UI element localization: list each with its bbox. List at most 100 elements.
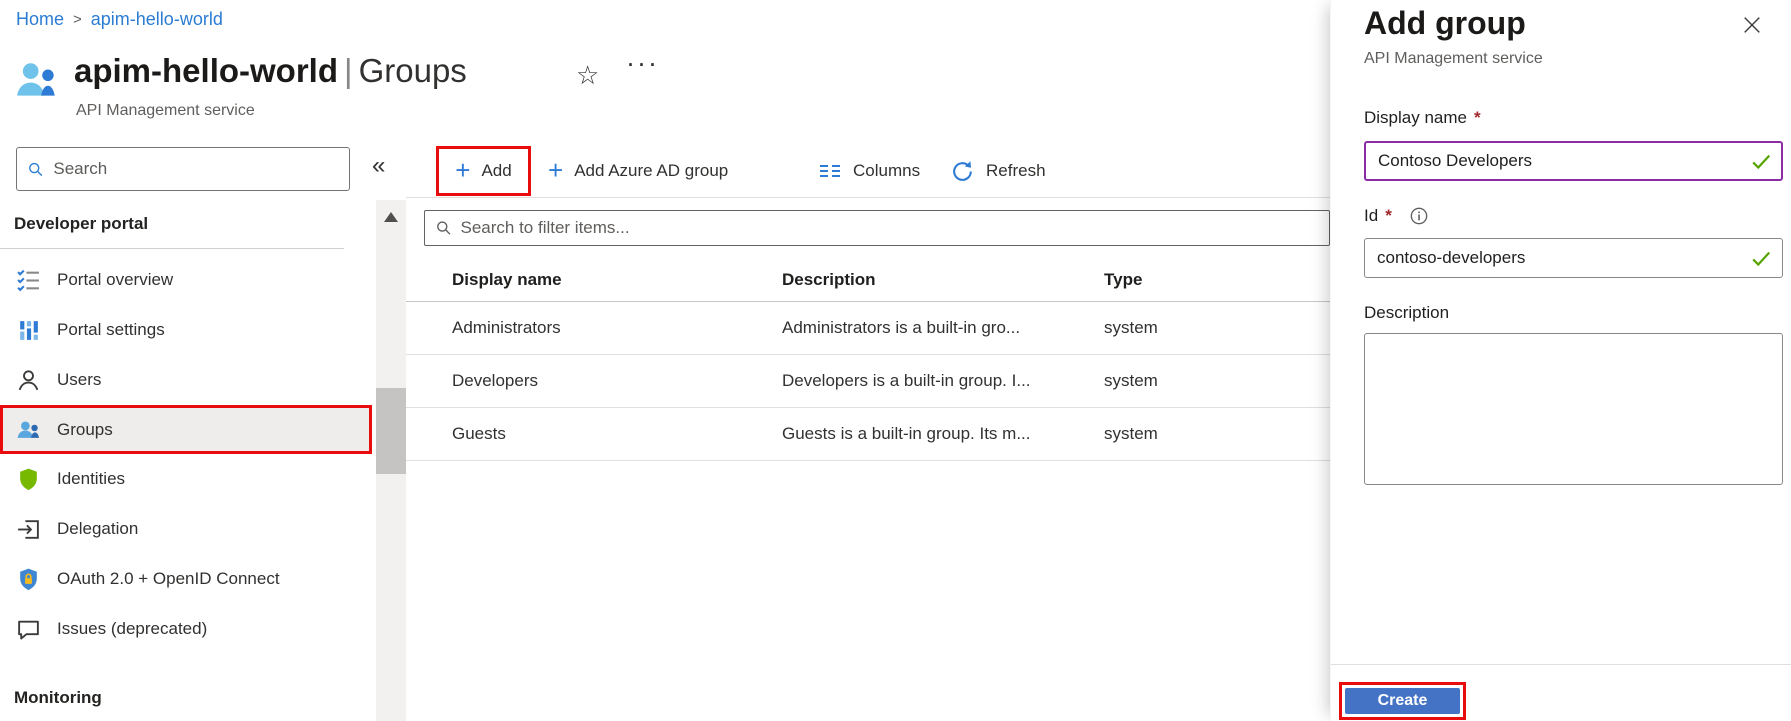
checklist-icon xyxy=(16,268,41,293)
column-header-description[interactable]: Description xyxy=(782,270,876,290)
valid-check-icon xyxy=(1750,151,1772,173)
refresh-icon xyxy=(950,159,975,184)
sidebar-section-monitoring: Monitoring xyxy=(14,688,102,708)
add-button[interactable]: + Add xyxy=(455,146,511,196)
refresh-button[interactable]: Refresh xyxy=(950,146,1046,196)
cell-description: Guests is a built-in group. Its m... xyxy=(782,424,1030,444)
sidebar-nav: Portal overview Portal settings Users Gr… xyxy=(0,255,372,654)
toolbar-divider xyxy=(406,197,1330,198)
collapse-menu-icon[interactable]: « xyxy=(372,154,385,178)
refresh-label: Refresh xyxy=(986,161,1046,181)
cell-type: system xyxy=(1104,424,1158,444)
cell-display-name: Administrators xyxy=(452,318,561,338)
breadcrumb-separator-icon: > xyxy=(73,11,82,28)
shield-icon xyxy=(16,467,41,492)
sidebar-item-identities[interactable]: Identities xyxy=(0,454,372,504)
cell-description: Administrators is a built-in gro... xyxy=(782,318,1020,338)
azure-portal-page: Home > apim-hello-world apim-hello-world… xyxy=(0,0,1791,721)
sidebar-item-label: OAuth 2.0 + OpenID Connect xyxy=(57,569,280,589)
table-row-guests[interactable]: Guests Guests is a built-in group. Its m… xyxy=(406,408,1330,461)
add-group-panel: Add group API Management service Display… xyxy=(1330,0,1791,721)
annotation-box-create: Create xyxy=(1339,682,1466,720)
valid-check-icon xyxy=(1750,248,1772,270)
column-header-display-name[interactable]: Display name xyxy=(452,270,562,290)
sidebar-item-label: Identities xyxy=(57,469,125,489)
page-title-blade: Groups xyxy=(359,52,467,89)
table-body: Administrators Administrators is a built… xyxy=(406,302,1330,461)
groups-icon xyxy=(16,417,41,442)
sidebar-item-label: Delegation xyxy=(57,519,138,539)
sidebar-item-label: Groups xyxy=(57,420,113,440)
search-icon xyxy=(435,219,452,237)
page-subtitle: API Management service xyxy=(76,102,255,120)
cell-type: system xyxy=(1104,318,1158,338)
columns-button[interactable]: Columns xyxy=(818,146,920,196)
sidebar-item-users[interactable]: Users xyxy=(0,355,372,405)
id-input[interactable] xyxy=(1364,238,1783,278)
required-asterisk: * xyxy=(1385,206,1392,226)
panel-subtitle: API Management service xyxy=(1364,50,1543,68)
delegation-arrow-icon xyxy=(16,517,41,542)
sidebar-item-portal-settings[interactable]: Portal settings xyxy=(0,305,372,355)
groups-page-icon xyxy=(15,57,61,103)
breadcrumb-current-link[interactable]: apim-hello-world xyxy=(91,9,223,30)
label-text: Display name xyxy=(1364,108,1467,128)
page-title-pipe: | xyxy=(338,52,359,89)
comment-icon xyxy=(16,617,41,642)
sliders-icon xyxy=(16,318,41,343)
table-row-developers[interactable]: Developers Developers is a built-in grou… xyxy=(406,355,1330,408)
add-azure-ad-group-button[interactable]: + Add Azure AD group xyxy=(548,146,728,196)
favorite-star-icon[interactable]: ☆ xyxy=(576,60,599,91)
cell-type: system xyxy=(1104,371,1158,391)
page-title: apim-hello-world|Groups xyxy=(74,52,467,90)
more-options-icon[interactable]: ··· xyxy=(626,48,659,79)
sidebar-item-portal-overview[interactable]: Portal overview xyxy=(0,255,372,305)
plus-icon: + xyxy=(548,157,563,183)
sidebar-item-groups[interactable]: Groups xyxy=(0,405,372,454)
info-icon[interactable] xyxy=(1409,206,1429,226)
breadcrumb: Home > apim-hello-world xyxy=(16,9,223,30)
create-button[interactable]: Create xyxy=(1345,688,1460,714)
id-label: Id * xyxy=(1364,206,1429,226)
cell-display-name: Developers xyxy=(452,371,538,391)
sidebar-item-issues[interactable]: Issues (deprecated) xyxy=(0,604,372,654)
scrollbar-up-icon[interactable] xyxy=(384,212,398,222)
sidebar-item-label: Issues (deprecated) xyxy=(57,619,207,639)
panel-title: Add group xyxy=(1364,5,1526,42)
sidebar-divider xyxy=(0,248,344,249)
cell-display-name: Guests xyxy=(452,424,506,444)
sidebar-item-oauth[interactable]: OAuth 2.0 + OpenID Connect xyxy=(0,554,372,604)
label-text: Id xyxy=(1364,206,1378,226)
required-asterisk: * xyxy=(1474,108,1481,128)
sidebar-item-label: Portal settings xyxy=(57,320,165,340)
filter-search-input[interactable] xyxy=(460,218,1319,238)
panel-footer-divider xyxy=(1331,664,1791,665)
sidebar-item-label: Portal overview xyxy=(57,270,173,290)
search-icon xyxy=(27,160,44,179)
plus-icon: + xyxy=(455,157,470,183)
filter-search[interactable] xyxy=(424,210,1330,246)
columns-icon xyxy=(818,159,842,183)
sidebar-search[interactable] xyxy=(16,147,350,191)
display-name-label: Display name * xyxy=(1364,108,1481,128)
table-row-administrators[interactable]: Administrators Administrators is a built… xyxy=(406,302,1330,355)
cell-description: Developers is a built-in group. I... xyxy=(782,371,1031,391)
oauth-shield-lock-icon xyxy=(16,567,41,592)
column-header-type[interactable]: Type xyxy=(1104,270,1142,290)
display-name-input[interactable] xyxy=(1364,141,1783,181)
sidebar-item-label: Users xyxy=(57,370,101,390)
scrollbar-thumb[interactable] xyxy=(376,388,406,474)
close-icon[interactable] xyxy=(1741,14,1763,36)
add-azure-ad-group-label: Add Azure AD group xyxy=(574,161,728,181)
page-title-resource: apim-hello-world xyxy=(74,52,338,89)
sidebar-item-delegation[interactable]: Delegation xyxy=(0,504,372,554)
annotation-box-add: + Add xyxy=(436,146,531,196)
sidebar-search-input[interactable] xyxy=(53,159,339,179)
columns-label: Columns xyxy=(853,161,920,181)
label-text: Description xyxy=(1364,303,1449,323)
user-icon xyxy=(16,368,41,393)
breadcrumb-home-link[interactable]: Home xyxy=(16,9,64,30)
sidebar-scrollbar[interactable] xyxy=(376,200,406,721)
description-textarea[interactable] xyxy=(1364,333,1783,485)
groups-table: Display name Description Type Administra… xyxy=(406,258,1330,461)
